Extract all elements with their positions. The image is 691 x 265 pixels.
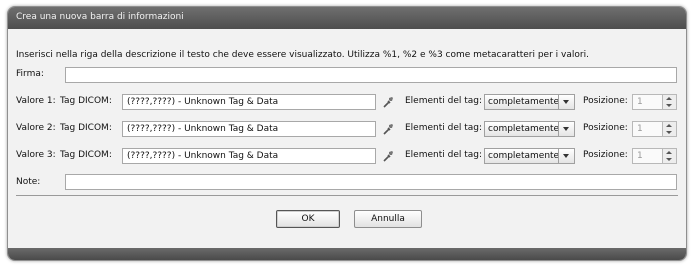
elementi-3-label: Elementi del tag: (405, 150, 483, 160)
posizione-3-spinbox[interactable]: 1 (632, 148, 677, 164)
chevron-down-icon (558, 122, 574, 136)
elementi-3-select[interactable]: completamente (484, 148, 575, 164)
dialog-window: Crea una nuova barra di informazioni Ins… (7, 6, 687, 261)
valore-3-label: Valore 3: (16, 150, 56, 160)
valore-1-label: Valore 1: (16, 96, 56, 106)
bottom-bar (8, 248, 686, 260)
firma-input[interactable] (65, 67, 677, 83)
tag-dicom-1-field[interactable]: (????,????) - Unknown Tag & Data (122, 94, 376, 110)
dropper-icon[interactable] (381, 149, 395, 163)
tag-dicom-3-field[interactable]: (????,????) - Unknown Tag & Data (122, 148, 376, 164)
elementi-2-label: Elementi del tag: (405, 123, 483, 133)
title-bar[interactable]: Crea una nuova barra di informazioni (8, 7, 686, 29)
note-label: Note: (16, 177, 41, 187)
posizione-1-label: Posizione: (583, 96, 628, 106)
chevron-down-icon (558, 95, 574, 109)
ok-button[interactable]: OK (276, 210, 340, 228)
dropper-icon[interactable] (381, 95, 395, 109)
description-text: Inserisci nella riga della descrizione i… (16, 50, 589, 60)
elementi-1-select[interactable]: completamente (484, 94, 575, 110)
separator (16, 195, 678, 196)
note-input[interactable] (65, 174, 677, 190)
valore-2-label: Valore 2: (16, 123, 56, 133)
cancel-button[interactable]: Annulla (354, 210, 422, 228)
posizione-3-label: Posizione: (583, 150, 628, 160)
posizione-2-spinbox[interactable]: 1 (632, 121, 677, 137)
posizione-2-label: Posizione: (583, 123, 628, 133)
posizione-1-spinbox[interactable]: 1 (632, 94, 677, 110)
elementi-2-select[interactable]: completamente (484, 121, 575, 137)
dropper-icon[interactable] (381, 122, 395, 136)
tag-dicom-2-label: Tag DICOM: (60, 123, 112, 133)
tag-dicom-1-label: Tag DICOM: (60, 96, 112, 106)
tag-dicom-2-field[interactable]: (????,????) - Unknown Tag & Data (122, 121, 376, 137)
dialog-title: Crea una nuova barra di informazioni (16, 12, 184, 22)
tag-dicom-3-label: Tag DICOM: (60, 150, 112, 160)
chevron-down-icon (558, 149, 574, 163)
firma-label: Firma: (16, 69, 44, 79)
elementi-1-label: Elementi del tag: (405, 96, 483, 106)
